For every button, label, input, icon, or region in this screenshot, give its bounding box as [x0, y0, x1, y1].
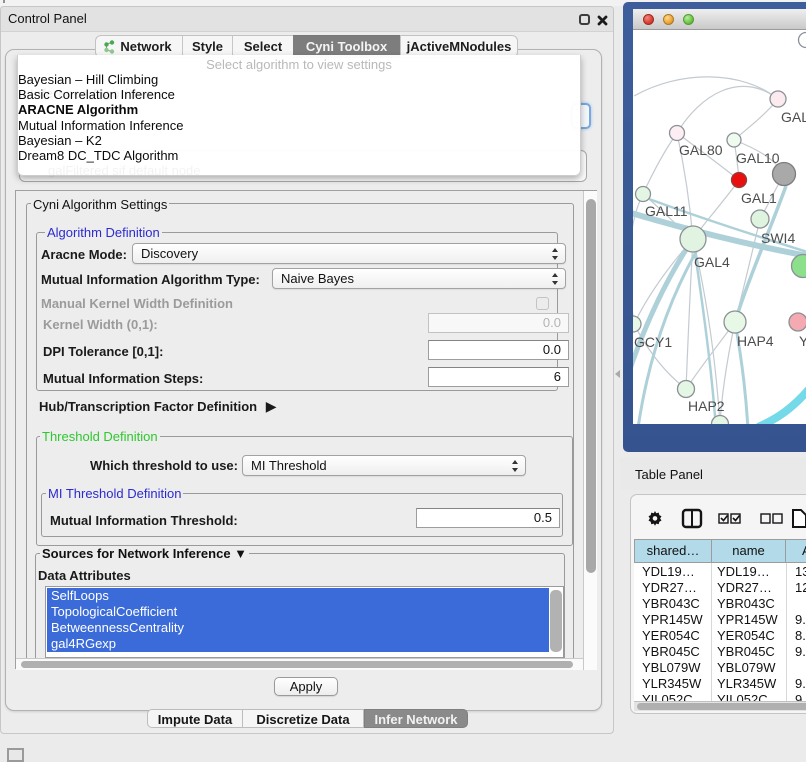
svg-text:GAL4: GAL4 [694, 254, 730, 270]
svg-text:HAP4: HAP4 [737, 333, 774, 349]
svg-text:HAP2: HAP2 [688, 398, 725, 414]
svg-text:GAL10: GAL10 [736, 150, 780, 166]
svg-text:GAL80: GAL80 [679, 142, 723, 158]
svg-text:GCY1: GCY1 [634, 334, 672, 350]
svg-text:GAL2: GAL2 [781, 109, 806, 125]
svg-text:GAL11: GAL11 [645, 203, 688, 219]
svg-text:SWI4: SWI4 [761, 230, 795, 246]
svg-text:GAL1: GAL1 [741, 190, 777, 206]
svg-text:YJ: YJ [799, 333, 806, 349]
